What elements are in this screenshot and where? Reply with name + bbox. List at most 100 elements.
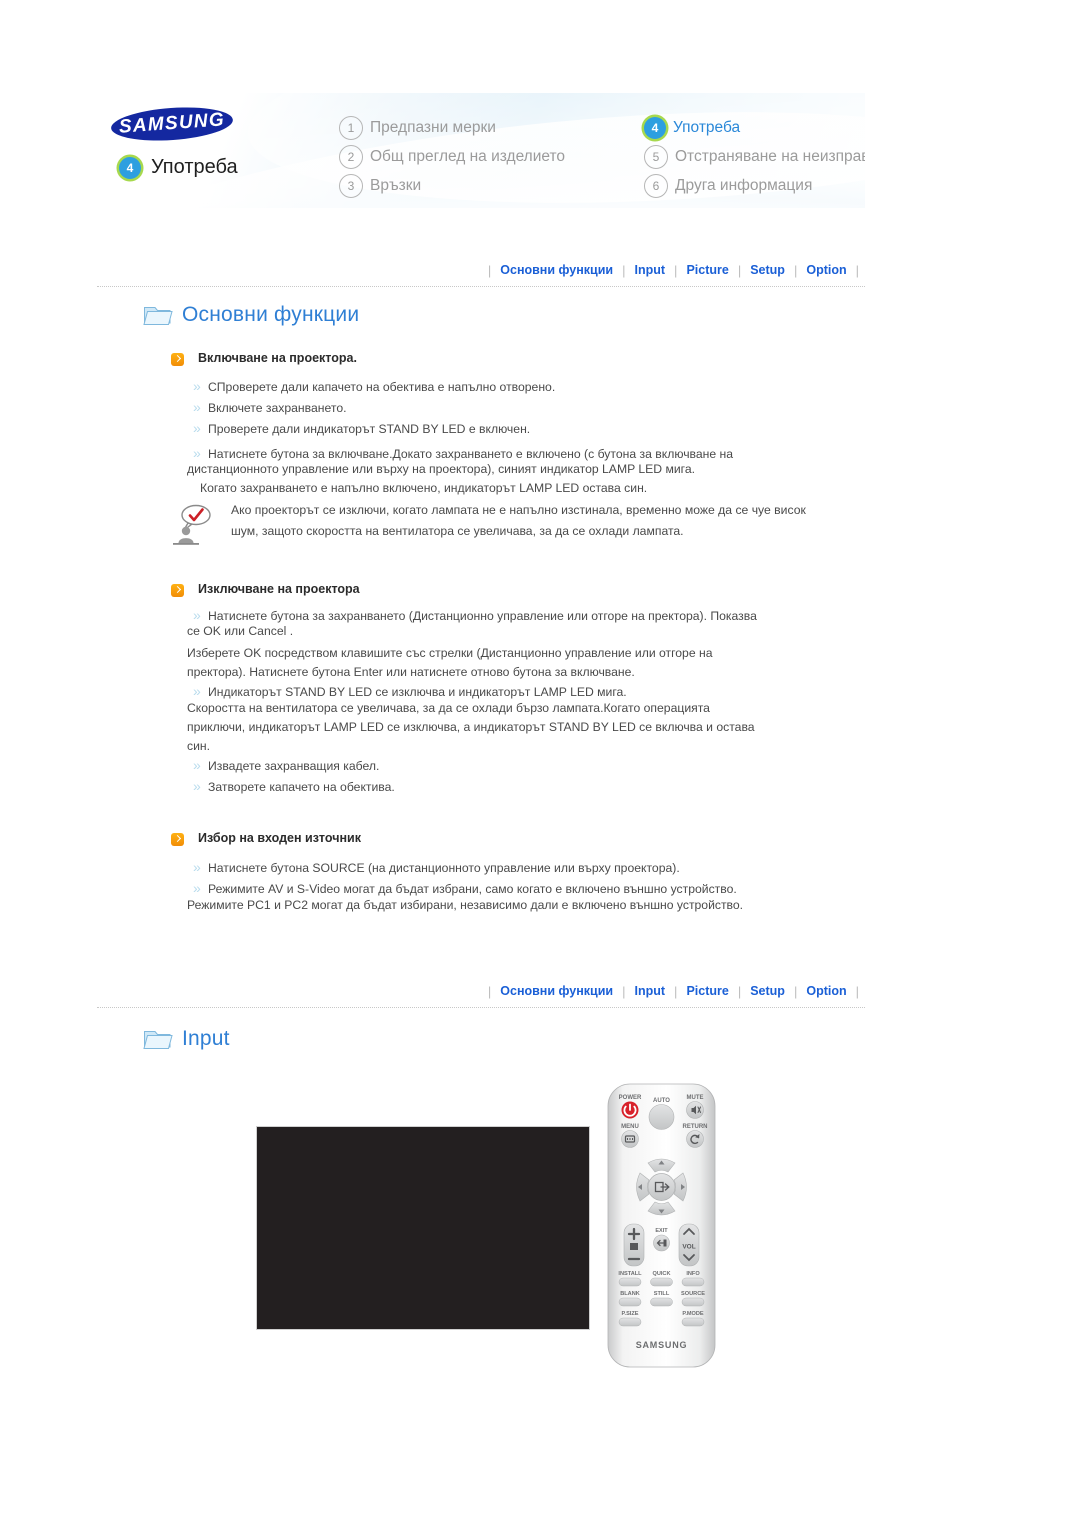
remote-label-blank: BLANK bbox=[620, 1291, 640, 1297]
subhead-turning-on-projector: Включване на проектора. bbox=[171, 351, 357, 366]
paragraph-line: се OK или Cancel . bbox=[187, 624, 294, 638]
paragraph-line: Когато захранването е напълно включено, … bbox=[200, 481, 648, 495]
menu-badge-6: 6 bbox=[644, 173, 668, 198]
tab-osnovni-funkcii[interactable]: Основни функции bbox=[491, 263, 622, 277]
remote-psize-button[interactable] bbox=[618, 1317, 642, 1327]
tab-setup[interactable]: Setup bbox=[741, 263, 794, 277]
remote-pmode-button[interactable] bbox=[681, 1317, 705, 1327]
remote-return-button[interactable] bbox=[686, 1130, 704, 1148]
section-heading-text: Input bbox=[182, 1026, 230, 1050]
subhead-text: Включване на проектора. bbox=[198, 351, 357, 365]
remote-label-vol: VOL bbox=[682, 1244, 695, 1251]
header-menu-item-1[interactable]: 1 Предпазни мерки bbox=[339, 115, 636, 140]
menu-badge-2: 2 bbox=[339, 144, 363, 169]
header-menu-item-5[interactable]: 5 Отстраняване на неизправности bbox=[644, 144, 865, 169]
tab-separator: | bbox=[855, 983, 859, 999]
note-text: Ако проекторът се изключи, когато лампат… bbox=[231, 503, 806, 538]
header-menu-item-4[interactable]: 4 Употреба bbox=[644, 115, 865, 140]
person-with-checkmark-note-icon bbox=[173, 504, 211, 545]
paragraph-line: Скоростта на вентилатора се увеличава, з… bbox=[187, 701, 710, 715]
note-box: Ако проекторът се изключи, когато лампат… bbox=[171, 500, 826, 548]
orange-chevron-icon bbox=[171, 584, 184, 597]
subhead-turning-off-projector: Изключване на проектора bbox=[171, 582, 360, 597]
folder-icon bbox=[143, 307, 173, 325]
tab-osnovni-funkcii[interactable]: Основни функции bbox=[491, 984, 622, 998]
list-item: СПроверете дали капачето на обектива е н… bbox=[193, 376, 828, 397]
section-heading-text: Основни функции bbox=[182, 302, 360, 326]
paragraph-line: Изберете OK посредством клавишите със ст… bbox=[187, 646, 713, 660]
menu-badge-4: 4 bbox=[644, 116, 666, 139]
current-section-label: Употреба bbox=[151, 156, 238, 178]
current-section-indicator: 4 Употреба bbox=[119, 156, 238, 179]
remote-label-info: INFO bbox=[686, 1271, 700, 1277]
header-menu-item-3[interactable]: 3 Връзки bbox=[339, 173, 636, 198]
list-item: Включете захранването. bbox=[193, 397, 828, 418]
remote-quick-button[interactable] bbox=[650, 1277, 673, 1287]
remote-label-menu: MENU bbox=[621, 1124, 639, 1130]
remote-info-button[interactable] bbox=[681, 1277, 705, 1287]
tab-input[interactable]: Input bbox=[626, 263, 675, 277]
remote-label-install: INSTALL bbox=[618, 1271, 642, 1277]
tabbar-bottom: | Основни функции | Input | Picture | Se… bbox=[97, 979, 865, 1008]
tab-picture[interactable]: Picture bbox=[677, 263, 737, 277]
tab-option[interactable]: Option bbox=[797, 984, 855, 998]
tabbar-top: | Основни функции | Input | Picture | Se… bbox=[97, 258, 865, 287]
list-item: Проверете дали индикаторът STAND BY LED … bbox=[193, 418, 828, 439]
paragraph-line: син. bbox=[187, 739, 211, 753]
menu-label-6: Друга информация bbox=[675, 176, 813, 194]
remote-control-image: POWER AUTO MUTE MENU RETURN EXIT VOL INS… bbox=[607, 1083, 716, 1368]
remote-label-pmode: P.MODE bbox=[682, 1311, 704, 1317]
list-item: Затворете капачето на обектива. bbox=[193, 776, 828, 797]
list-item: Натиснете бутона SOURCE (на дистанционно… bbox=[193, 857, 848, 878]
orange-chevron-icon bbox=[171, 353, 184, 366]
menu-label-1: Предпазни мерки bbox=[370, 118, 496, 136]
page-header-banner: SAMSUNG 4 Употреба 1 Предпазни мерки 4 У… bbox=[97, 93, 865, 208]
paragraph-line: дистанционното управление или върху на п… bbox=[187, 462, 696, 476]
remote-install-button[interactable] bbox=[618, 1277, 642, 1287]
subhead-input-source-selection: Избор на входен източник bbox=[171, 831, 361, 846]
tab-setup[interactable]: Setup bbox=[741, 984, 794, 998]
orange-chevron-icon bbox=[171, 833, 184, 846]
menu-badge-5: 5 bbox=[644, 144, 668, 169]
remote-brand-label: SAMSUNG bbox=[636, 1340, 688, 1350]
tab-separator: | bbox=[855, 262, 859, 278]
subhead-text: Изключване на проектора bbox=[198, 582, 360, 596]
menu-label-5: Отстраняване на неизправности bbox=[675, 147, 865, 165]
remote-source-button[interactable] bbox=[681, 1297, 705, 1307]
section-heading-input: Input bbox=[143, 1026, 230, 1051]
remote-label-return: RETURN bbox=[683, 1124, 708, 1130]
remote-auto-button[interactable] bbox=[648, 1104, 675, 1130]
paragraph-line: приключи, индикаторът LAMP LED се изключ… bbox=[187, 720, 755, 734]
menu-label-4: Употреба bbox=[673, 118, 741, 136]
menu-badge-1: 1 bbox=[339, 115, 363, 140]
paragraph-line: Режимите PC1 и PC2 могат да бъдат избира… bbox=[187, 898, 744, 912]
tab-picture[interactable]: Picture bbox=[677, 984, 737, 998]
header-menu-item-6[interactable]: 6 Друга информация bbox=[644, 173, 865, 198]
remote-label-source: SOURCE bbox=[681, 1291, 705, 1297]
header-menu-item-2[interactable]: 2 Общ преглед на изделието bbox=[339, 144, 636, 169]
remote-label-auto: AUTO bbox=[653, 1098, 670, 1104]
remote-blank-button[interactable] bbox=[618, 1297, 642, 1307]
samsung-logo-text: SAMSUNG bbox=[118, 109, 226, 138]
menu-badge-3: 3 bbox=[339, 173, 363, 198]
folder-icon bbox=[143, 1031, 173, 1049]
subhead-text: Избор на входен източник bbox=[198, 831, 361, 845]
osd-screen-panel bbox=[256, 1126, 590, 1330]
keystone-icon bbox=[630, 1243, 638, 1250]
remote-label-mute: MUTE bbox=[687, 1095, 704, 1101]
current-section-badge: 4 bbox=[119, 156, 141, 179]
section-heading-basic-functions: Основни функции bbox=[143, 302, 359, 327]
tab-input[interactable]: Input bbox=[626, 984, 675, 998]
remote-still-button[interactable] bbox=[650, 1297, 673, 1307]
remote-label-still: STILL bbox=[654, 1291, 670, 1297]
list-item: Извадете захранващия кабел. bbox=[193, 755, 828, 776]
paragraph-line: пректора). Натиснете бутона Enter или на… bbox=[187, 665, 635, 679]
samsung-logo: SAMSUNG bbox=[110, 103, 234, 145]
remote-label-psize: P.SIZE bbox=[622, 1311, 639, 1317]
menu-label-2: Общ преглед на изделието bbox=[370, 147, 566, 165]
menu-label-3: Връзки bbox=[370, 176, 422, 194]
header-menu: 1 Предпазни мерки 4 Употреба 2 Общ прегл… bbox=[339, 115, 865, 198]
tab-option[interactable]: Option bbox=[797, 263, 855, 277]
exit-icon-door bbox=[663, 1239, 667, 1247]
remote-label-power: POWER bbox=[619, 1095, 642, 1101]
